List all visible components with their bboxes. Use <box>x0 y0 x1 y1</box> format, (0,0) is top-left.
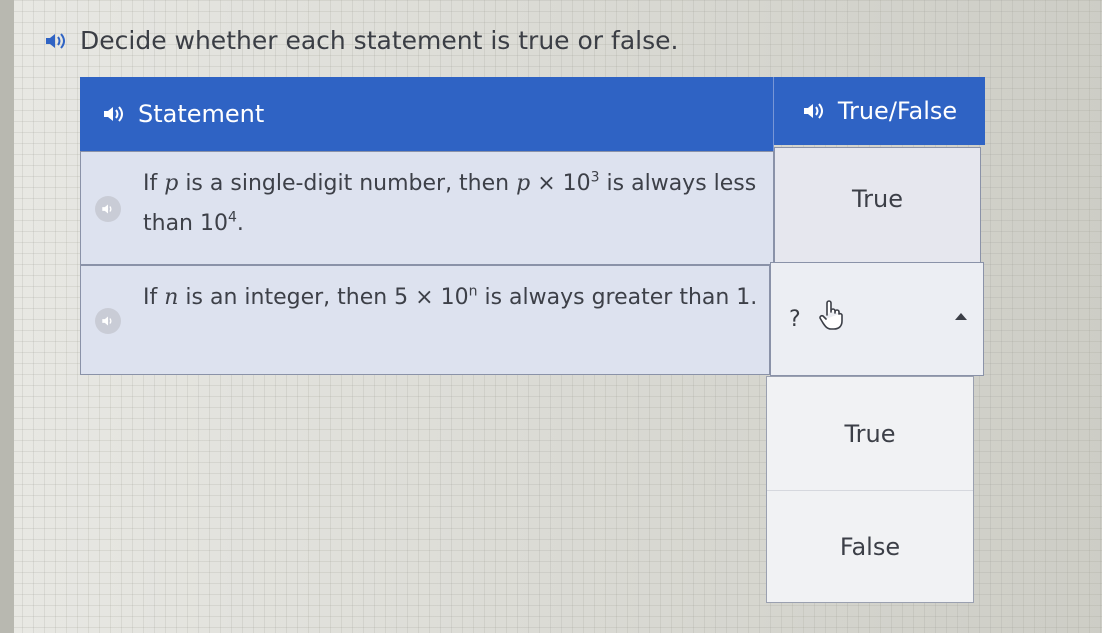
speaker-icon[interactable] <box>44 32 66 50</box>
option-false[interactable]: False <box>767 490 973 603</box>
statement-row-1: If p is a single-digit number, then p × … <box>80 151 774 265</box>
text-part: is a single-digit number, then <box>178 171 517 196</box>
speaker-icon[interactable] <box>95 308 121 334</box>
answer-cell-1: True <box>774 147 981 265</box>
statement-text-2: If n is an integer, then 5 × 10n is alwa… <box>143 278 763 318</box>
variable-p: p <box>164 171 179 196</box>
statement-row-2: If n is an integer, then 5 × 10n is alwa… <box>80 265 770 375</box>
dropdown-options-list: True False <box>766 376 974 603</box>
text-part: If <box>143 285 165 310</box>
question-prompt: Decide whether each statement is true or… <box>44 26 678 55</box>
answer-header: True/False <box>774 77 985 145</box>
screen-edge <box>0 0 14 633</box>
variable-n: n <box>164 285 179 310</box>
text-part: × 10 <box>530 171 591 196</box>
dropdown-placeholder: ? <box>789 307 801 332</box>
speaker-icon[interactable] <box>102 105 124 123</box>
answer-header-label: True/False <box>837 97 958 125</box>
text-part: If <box>143 171 165 196</box>
exponent: 4 <box>227 209 237 226</box>
speaker-icon[interactable] <box>802 102 824 120</box>
text-part: is an integer, then 5 × 10 <box>178 285 469 310</box>
caret-up-icon[interactable] <box>955 313 967 320</box>
statement-text-1: If p is a single-digit number, then p × … <box>143 164 763 244</box>
answer-dropdown[interactable]: ? <box>770 262 984 376</box>
exponent: 3 <box>590 169 600 186</box>
text-part: is always greater than 1. <box>477 285 758 310</box>
speaker-icon[interactable] <box>95 196 121 222</box>
text-part: . <box>236 211 244 236</box>
variable-p: p <box>516 171 531 196</box>
option-true[interactable]: True <box>767 377 973 491</box>
hand-pointer-icon <box>819 299 845 335</box>
prompt-text: Decide whether each statement is true or… <box>80 26 679 55</box>
answer-value-1: True <box>852 185 903 213</box>
statement-header: Statement <box>80 77 774 151</box>
statement-header-label: Statement <box>138 100 265 128</box>
